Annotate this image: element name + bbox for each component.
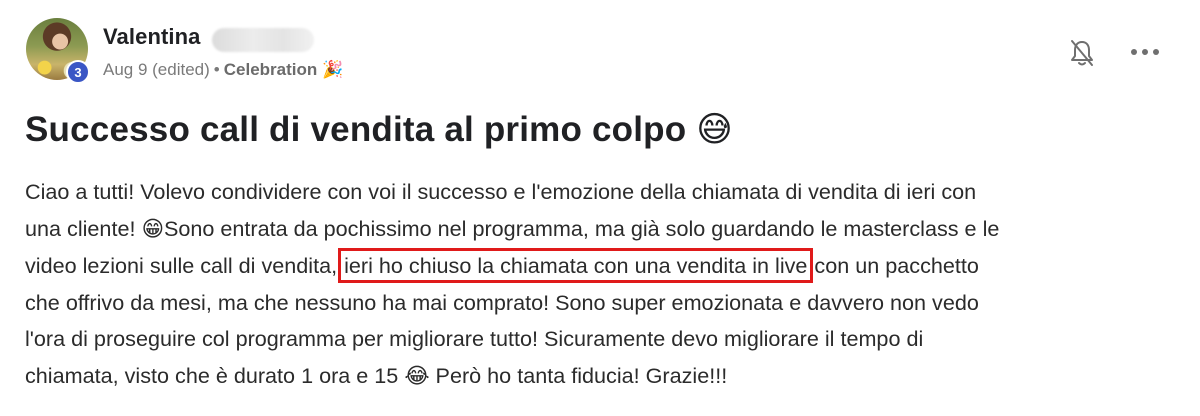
body-text: Sono entrata da pochissimo nel programma…	[163, 215, 1000, 241]
body-line: video lezioni sulle call di vendita, ier…	[25, 248, 1180, 285]
level-badge: 3	[66, 60, 90, 84]
meta-separator: •	[213, 60, 220, 79]
body-text: con un pacchetto	[808, 253, 979, 279]
bell-slash-icon[interactable]	[1068, 38, 1096, 68]
body-line: che offrivo da mesi, ma che nessuno ha m…	[25, 289, 979, 315]
body-text: chiamata, visto che è durato 1 ora e 15	[25, 362, 405, 388]
body-text: una cliente!	[25, 215, 142, 241]
grin-emoji-icon: 😁	[141, 216, 164, 242]
post-body: Ciao a tutti! Volevo condividere con voi…	[25, 174, 1180, 396]
post-meta: Aug 9 (edited) • Celebration 🎉	[103, 60, 343, 80]
post-title-text: Successo call di vendita al primo colpo	[25, 110, 687, 149]
tears-of-joy-emoji-icon: 😂	[404, 363, 430, 389]
author-avatar-container[interactable]: 3	[26, 18, 90, 84]
more-horizontal-icon[interactable]	[1128, 42, 1162, 62]
highlighted-text: ieri ho chiuso la chiamata con una vendi…	[338, 248, 814, 284]
post-date: Aug 9 (edited)	[103, 60, 210, 79]
body-line: una cliente! 😁Sono entrata da pochissimo…	[25, 211, 1180, 249]
post-title: Successo call di vendita al primo colpo …	[25, 110, 733, 150]
post-card: 3 Valentina Aug 9 (edited) • Celebration 🎉…	[0, 0, 1200, 416]
body-text: Però ho tanta fiducia! Grazie!!!	[429, 362, 728, 388]
author-name[interactable]: Valentina	[103, 24, 201, 50]
post-category[interactable]: Celebration	[224, 60, 318, 79]
body-text: video lezioni sulle call di vendita,	[25, 253, 344, 279]
body-line: Ciao a tutti! Volevo condividere con voi…	[25, 179, 977, 204]
body-line: chiamata, visto che è durato 1 ora e 15 …	[25, 358, 1180, 396]
sweat-smile-emoji-icon: 😅	[696, 110, 733, 150]
redacted-surname	[212, 28, 314, 52]
body-line: l'ora di proseguire col programma per mi…	[25, 326, 924, 352]
party-popper-icon: 🎉	[322, 60, 344, 80]
